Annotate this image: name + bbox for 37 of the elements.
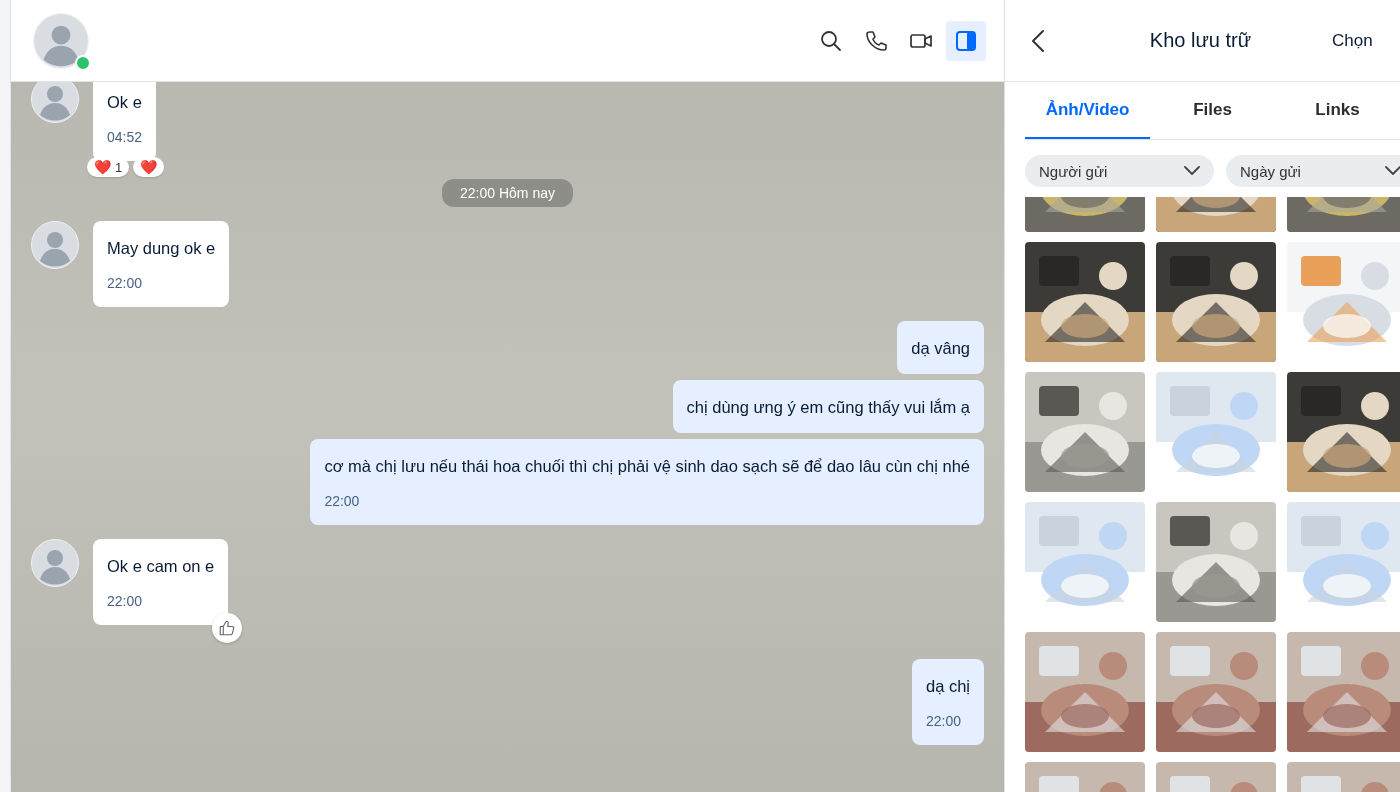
- message-time: 22:00: [107, 274, 144, 292]
- tab[interactable]: Links: [1275, 82, 1400, 139]
- message-text: cơ mà chị lưu nếu thái hoa chuối thì chị phải vệ sinh dao sạch sẽ để dao lâu cùn chị nhé: [324, 456, 970, 477]
- heart-icon: ❤: [94, 159, 111, 175]
- phone-icon: [864, 28, 888, 53]
- avatar: [31, 539, 79, 587]
- filter-dropdown[interactable]: Người gửi: [1025, 155, 1214, 187]
- reaction-badge[interactable]: ❤ 1: [87, 157, 130, 177]
- avatar: [33, 12, 89, 69]
- select-button[interactable]: Chọn: [1332, 30, 1400, 51]
- message-text: Ok e cam on e: [107, 556, 215, 577]
- message-text: Ok e: [107, 92, 143, 113]
- back-icon: [1031, 28, 1045, 53]
- heart-icon: ❤: [140, 159, 158, 175]
- message-time: 04:52: [107, 128, 143, 146]
- message-time: 22:00: [324, 492, 361, 510]
- message-text: chị dùng ưng ý em cũng thấy vui lắm ạ: [686, 397, 970, 418]
- panel-title: Kho lưu trữ: [1148, 29, 1253, 52]
- reaction-badge[interactable]: ❤: [133, 157, 165, 177]
- message-time: 22:00: [107, 592, 144, 610]
- search-icon: [819, 28, 843, 53]
- date-divider: 22:00 Hôm nay: [442, 179, 573, 207]
- message-text: dạ chị: [925, 676, 970, 697]
- message-text: May dung ok e: [107, 238, 216, 259]
- tab[interactable]: Ảnh/Video: [1025, 82, 1150, 139]
- tab[interactable]: Files: [1150, 82, 1275, 139]
- filter-dropdown[interactable]: Ngày gửi: [1226, 155, 1400, 187]
- thumbs-up-icon: [218, 619, 237, 637]
- like-button[interactable]: [212, 613, 243, 643]
- chevron-down-icon: [1184, 166, 1200, 176]
- sidebar-toggle-button[interactable]: [946, 20, 986, 61]
- message-time: 22:00: [925, 712, 962, 730]
- reaction-count: 1: [115, 159, 123, 175]
- avatar: [31, 221, 79, 269]
- message-text: dạ vâng: [911, 338, 970, 359]
- sidebar-toggle-icon: [954, 28, 978, 53]
- chevron-down-icon: [1385, 166, 1400, 176]
